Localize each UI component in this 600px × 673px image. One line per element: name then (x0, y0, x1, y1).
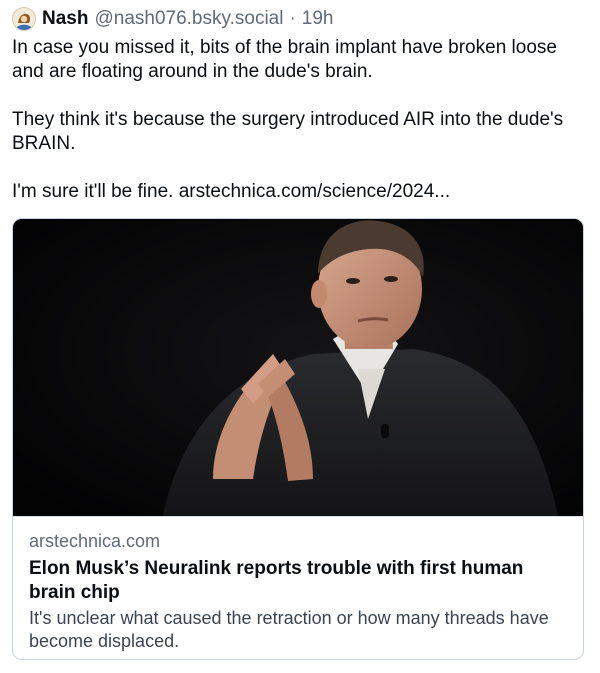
card-description: It's unclear what caused the retraction … (29, 608, 549, 651)
post-paragraph: They think it's because the surgery intr… (12, 109, 564, 154)
post-body: In case you missed it, bits of the brain… (12, 36, 572, 204)
link-preview-card[interactable]: arstechnica.com Elon Musk’s Neuralink re… (12, 218, 584, 660)
post-paragraph-with-link: I'm sure it'll be fine. arstechnica.com/… (12, 180, 572, 204)
post-time[interactable]: 19h (302, 8, 334, 30)
inline-link[interactable]: arstechnica.com/science/2024... (179, 181, 450, 202)
post[interactable]: Nash @nash076.bsky.social · 19h In case … (0, 0, 600, 673)
author-handle[interactable]: @nash076.bsky.social (94, 8, 283, 30)
cartoon-avatar-icon (13, 8, 35, 30)
thumbnail-photo (13, 219, 583, 516)
card-meta: arstechnica.com Elon Musk’s Neuralink re… (13, 516, 583, 659)
post-paragraph: I'm sure it'll be fine. (12, 181, 179, 202)
separator-dot: · (289, 8, 296, 29)
card-domain: arstechnica.com (29, 531, 161, 551)
post-paragraph: In case you missed it, bits of the brain… (12, 37, 557, 82)
author-name[interactable]: Nash (42, 8, 88, 30)
card-title[interactable]: Elon Musk’s Neuralink reports trouble wi… (29, 557, 569, 605)
avatar[interactable] (12, 7, 36, 31)
post-header: Nash @nash076.bsky.social · 19h (12, 6, 333, 32)
card-thumbnail (13, 219, 583, 516)
